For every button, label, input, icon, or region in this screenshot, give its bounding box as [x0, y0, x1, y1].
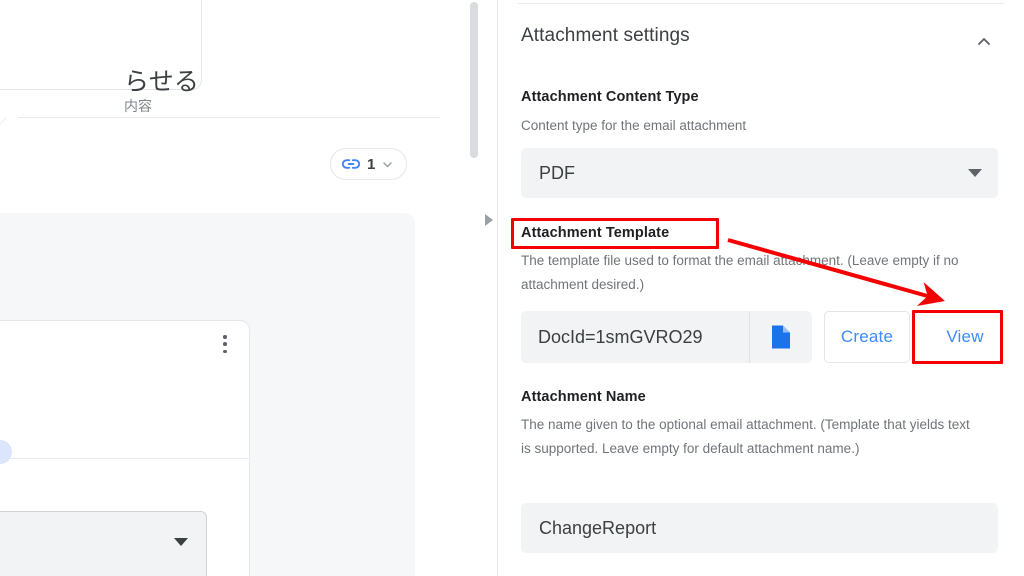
create-button-label: Create	[840, 327, 894, 346]
attachment-template-value: DocId=1smGVRO29	[538, 326, 703, 347]
caret-down-icon	[968, 169, 982, 177]
left-canvas-pane: らせる 内容 1	[0, 0, 470, 576]
chevron-down-icon	[381, 158, 394, 171]
document-file-icon[interactable]	[749, 311, 812, 363]
attachment-settings-header[interactable]: Attachment settings	[498, 14, 1024, 60]
screenshot-root: らせる 内容 1 Attachment settings Attachment …	[0, 0, 1024, 576]
view-button[interactable]: View	[924, 311, 1006, 363]
attachment-content-type-label: Attachment Content Type	[521, 89, 699, 105]
attachment-name-input[interactable]: ChangeReport	[521, 503, 998, 553]
attachment-name-label: Attachment Name	[521, 389, 646, 405]
link-count-chip[interactable]: 1	[330, 148, 408, 180]
vertical-scrollbar-thumb[interactable]	[470, 2, 478, 158]
attachment-settings-pane: Attachment settings Attachment Content T…	[498, 0, 1024, 576]
chevron-up-icon[interactable]	[972, 30, 996, 54]
create-button[interactable]: Create	[824, 311, 910, 363]
caret-down-icon	[174, 538, 188, 546]
panel-top-divider	[518, 3, 1004, 4]
flow-connector-notch	[0, 117, 30, 131]
attachment-content-type-value: PDF	[539, 162, 575, 183]
attachment-template-input[interactable]: DocId=1smGVRO29	[521, 311, 749, 363]
workflow-card-subtitle: 内容	[124, 98, 152, 114]
expand-right-icon[interactable]	[485, 214, 493, 226]
link-count-label: 1	[367, 155, 376, 173]
attachment-name-help: The name given to the optional email att…	[521, 417, 970, 456]
node-select-control[interactable]	[0, 511, 207, 576]
attachment-name-value: ChangeReport	[539, 517, 657, 538]
section-title: Attachment settings	[521, 25, 690, 46]
workflow-card-title: らせる	[124, 68, 200, 96]
kebab-menu-icon[interactable]	[216, 333, 234, 355]
attachment-template-label: Attachment Template	[521, 225, 670, 241]
node-card-divider	[0, 458, 250, 459]
view-button-label: View	[946, 327, 984, 346]
link-icon	[341, 157, 361, 171]
attachment-template-help: The template file used to format the ema…	[521, 253, 959, 292]
attachment-content-type-select[interactable]: PDF	[521, 148, 998, 198]
attachment-content-type-help: Content type for the email attachment	[521, 118, 747, 133]
flow-connector-line	[18, 117, 440, 118]
attachment-template-row: DocId=1smGVRO29 Create View	[521, 311, 1006, 363]
